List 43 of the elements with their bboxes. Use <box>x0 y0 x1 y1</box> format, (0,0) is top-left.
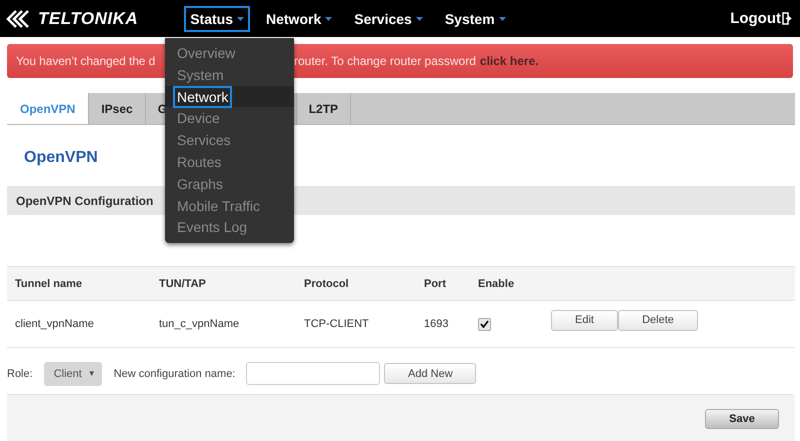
nav-menu-item[interactable]: Status <box>184 6 250 32</box>
delete-button[interactable]: Delete <box>618 310 698 330</box>
warning-text: router. To change router password <box>294 54 476 68</box>
nav-menu-item[interactable]: Network <box>260 6 338 32</box>
caret-icon <box>325 16 332 20</box>
config-name-input[interactable] <box>246 362 380 385</box>
save-button[interactable]: Save <box>705 409 779 429</box>
table-cell: tun_c_vpnName <box>151 300 296 348</box>
brand-logo: TELTONIKA <box>38 8 138 28</box>
table-cell: client_vpnName <box>7 300 151 348</box>
logout-icon <box>782 12 792 25</box>
nav-menu-item[interactable]: Services <box>348 6 429 32</box>
dropdown-menu-item[interactable]: Services <box>165 129 294 151</box>
role-label: Role: <box>7 368 33 380</box>
column-header: TUN/TAP <box>151 266 296 300</box>
column-header: Enable <box>470 266 543 300</box>
name-label: New configuration name: <box>114 368 236 380</box>
edit-button[interactable]: Edit <box>551 310 618 330</box>
caret-icon <box>498 16 506 20</box>
dropdown-menu-item[interactable]: System <box>165 64 294 86</box>
dropdown-menu-item[interactable]: Device <box>165 107 294 130</box>
dropdown-menu-item[interactable]: Events Log <box>165 216 294 238</box>
tab[interactable]: OpenVPN <box>7 93 90 124</box>
page-title: OpenVPN <box>24 149 98 168</box>
dropdown-menu-item[interactable]: Mobile Traffic <box>165 194 294 216</box>
table-cell: TCP-CLIENT <box>296 300 416 348</box>
dropdown-menu-item[interactable]: Overview <box>165 42 294 64</box>
column-header: Tunnel name <box>7 266 151 300</box>
tab[interactable]: L2TP <box>296 93 352 124</box>
column-header: Protocol <box>296 266 416 300</box>
column-header: Port <box>416 266 470 300</box>
nav-menu-item[interactable]: System <box>438 6 512 32</box>
warning-text: You haven’t changed the d <box>16 54 156 68</box>
dropdown-menu-item[interactable]: Routes <box>165 150 294 173</box>
dropdown-menu-item[interactable]: Network <box>165 86 294 108</box>
tab[interactable]: IPsec <box>89 93 146 124</box>
enable-checkbox[interactable] <box>478 318 491 330</box>
add-new-button[interactable]: Add New <box>384 363 476 384</box>
caret-icon <box>237 16 244 20</box>
role-select[interactable]: Client ▼ <box>44 362 102 386</box>
caret-icon <box>416 16 423 20</box>
logout-link[interactable]: Logout <box>730 10 792 27</box>
table-cell: 1693 <box>416 300 470 348</box>
